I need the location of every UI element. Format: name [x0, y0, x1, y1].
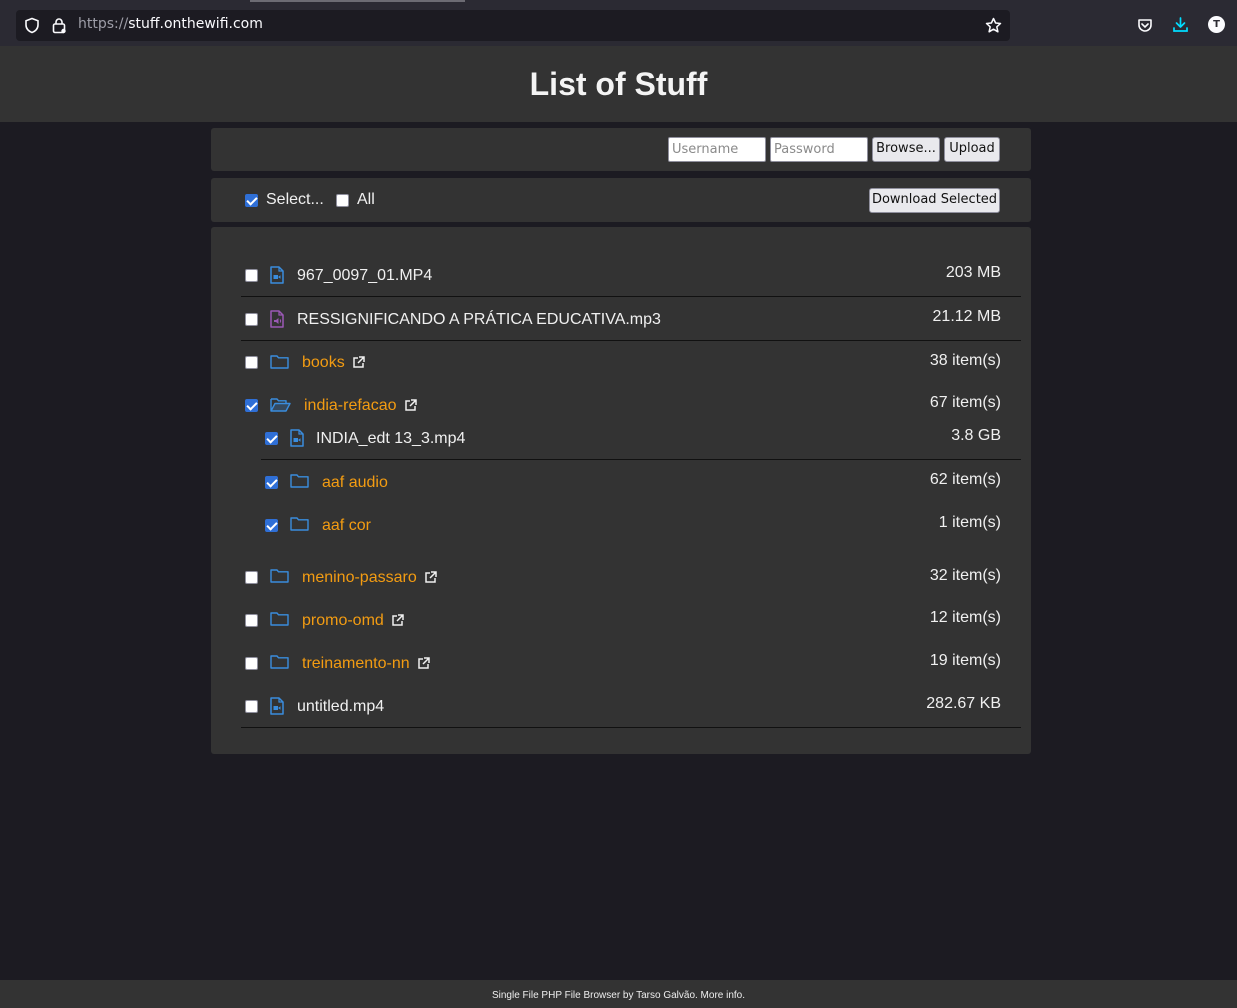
external-link-icon[interactable] — [424, 571, 437, 589]
item-checkbox[interactable] — [245, 356, 258, 369]
shield-icon[interactable] — [24, 17, 40, 39]
url-bar[interactable]: https://stuff.onthewifi.com — [16, 10, 1010, 41]
item-name[interactable]: INDIA_edt 13_3.mp4 — [316, 430, 465, 448]
item-name[interactable]: untitled.mp4 — [297, 698, 384, 716]
url-host: stuff.onthewifi.com — [128, 16, 263, 32]
footer-credit[interactable]: Single File PHP File Browser by Tarso Ga… — [0, 990, 1237, 1001]
item-size: 32 item(s) — [929, 567, 1001, 584]
external-link-icon[interactable] — [391, 614, 404, 632]
item-size: 67 item(s) — [929, 394, 1001, 411]
folder-open-icon — [270, 397, 291, 417]
item-checkbox[interactable] — [245, 571, 258, 584]
item-checkbox[interactable] — [265, 432, 278, 445]
item-checkbox[interactable] — [245, 399, 258, 412]
item-size: 203 MB — [945, 264, 1001, 281]
item-size: 38 item(s) — [929, 352, 1001, 369]
username-field[interactable] — [668, 137, 766, 162]
folder-link[interactable]: promo-omd — [302, 612, 384, 630]
row-divider — [241, 296, 1021, 297]
url-scheme: https:// — [78, 16, 129, 32]
folder-link[interactable]: treinamento-nn — [302, 655, 410, 673]
item-checkbox[interactable] — [265, 519, 278, 532]
folder-link[interactable]: aaf audio — [322, 474, 388, 492]
external-link-icon[interactable] — [404, 399, 417, 417]
item-checkbox[interactable] — [245, 700, 258, 713]
active-tab-indicator[interactable] — [250, 0, 465, 2]
folder-link[interactable]: books — [302, 354, 345, 372]
upload-button[interactable]: Upload — [944, 137, 1000, 162]
password-field[interactable] — [770, 137, 868, 162]
item-checkbox[interactable] — [245, 657, 258, 670]
page-title: List of Stuff — [529, 66, 708, 102]
external-link-icon[interactable] — [417, 657, 430, 675]
row-divider — [241, 727, 1021, 728]
row-divider — [241, 340, 1021, 341]
item-checkbox[interactable] — [245, 269, 258, 282]
item-size: 1 item(s) — [938, 514, 1001, 531]
page-footer: Single File PHP File Browser by Tarso Ga… — [0, 980, 1237, 1008]
browse-button[interactable]: Browse... — [872, 137, 940, 162]
video-file-icon — [270, 697, 284, 720]
pocket-icon[interactable] — [1137, 17, 1153, 38]
selection-bar: Select... All Download Selected — [211, 178, 1031, 222]
item-size: 19 item(s) — [929, 652, 1001, 669]
select-all-label: All — [357, 191, 375, 208]
url-text[interactable]: https://stuff.onthewifi.com — [78, 16, 263, 32]
item-name[interactable]: 967_0097_01.MP4 — [297, 267, 432, 285]
folder-icon — [290, 473, 309, 493]
file-list: 967_0097_01.MP4 203 MB RESSIGNIFICANDO A… — [211, 227, 1031, 754]
download-selected-button[interactable]: Download Selected — [869, 188, 1000, 213]
browser-toolbar: https://stuff.onthewifi.com T — [0, 5, 1237, 46]
select-mode-label: Select... — [266, 191, 324, 208]
lock-icon[interactable] — [51, 17, 67, 39]
account-avatar[interactable]: T — [1208, 16, 1225, 33]
select-mode-checkbox[interactable] — [245, 194, 258, 207]
select-all-checkbox[interactable] — [336, 194, 349, 207]
folder-icon — [270, 354, 289, 374]
video-file-icon — [290, 429, 304, 452]
page-header: List of Stuff — [0, 46, 1237, 122]
item-checkbox[interactable] — [245, 313, 258, 326]
item-size: 62 item(s) — [929, 471, 1001, 488]
folder-link[interactable]: india-refacao — [304, 397, 397, 415]
downloads-icon[interactable] — [1172, 16, 1189, 38]
audio-file-icon — [270, 310, 284, 333]
folder-icon — [270, 568, 289, 588]
folder-link[interactable]: aaf cor — [322, 517, 371, 535]
item-size: 282.67 KB — [926, 695, 1001, 712]
folder-icon — [270, 611, 289, 631]
item-size: 21.12 MB — [932, 308, 1001, 325]
folder-icon — [270, 654, 289, 674]
item-name[interactable]: RESSIGNIFICANDO A PRÁTICA EDUCATIVA.mp3 — [297, 311, 661, 329]
item-checkbox[interactable] — [245, 614, 258, 627]
bookmark-star-icon[interactable] — [985, 17, 1002, 39]
row-divider — [261, 459, 1021, 460]
item-size: 12 item(s) — [929, 609, 1001, 626]
video-file-icon — [270, 266, 284, 289]
item-checkbox[interactable] — [265, 476, 278, 489]
folder-link[interactable]: menino-passaro — [302, 569, 417, 587]
folder-icon — [290, 516, 309, 536]
external-link-icon[interactable] — [352, 356, 365, 374]
item-size: 3.8 GB — [951, 427, 1001, 444]
upload-panel: Browse... Upload — [211, 128, 1031, 171]
